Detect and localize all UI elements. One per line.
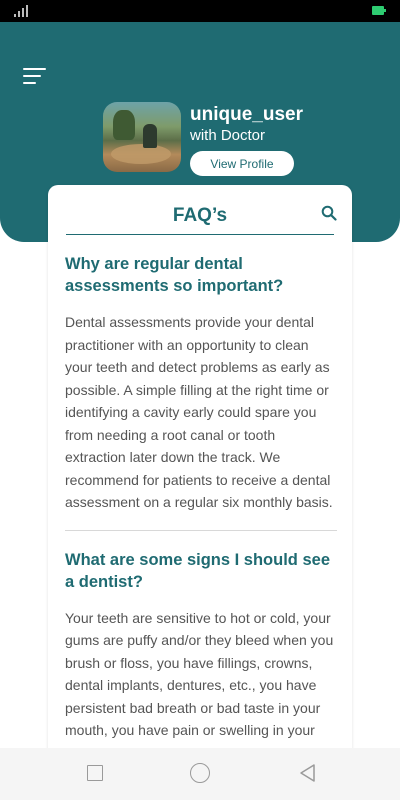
faq-divider	[65, 529, 337, 531]
avatar	[103, 102, 181, 172]
triangle-back-icon[interactable]	[298, 763, 318, 783]
square-icon[interactable]	[87, 765, 103, 781]
faq-item[interactable]: What are some signs I should see a denti…	[65, 549, 337, 761]
faq-answer: Dental assessments provide your dental p…	[65, 314, 333, 510]
status-bar	[0, 0, 400, 22]
username: unique_user	[190, 104, 303, 125]
title-divider	[66, 234, 334, 235]
faq-question: Why are regular dental assessments so im…	[65, 255, 284, 295]
page-title: FAQ’s	[172, 205, 228, 226]
faq-list: Why are regular dental assessments so im…	[65, 253, 337, 760]
signal-icon	[14, 5, 40, 17]
circle-icon[interactable]	[190, 763, 210, 783]
system-nav-bar	[0, 748, 400, 800]
battery-icon	[372, 6, 386, 15]
view-profile-button[interactable]: View Profile	[190, 151, 294, 176]
search-icon[interactable]	[321, 205, 337, 221]
faq-item[interactable]: Why are regular dental assessments so im…	[65, 253, 337, 514]
profile-subtitle: with Doctor	[190, 127, 266, 144]
faq-card: FAQ’s Why are regular dental assessments…	[48, 185, 352, 760]
hamburger-menu-icon[interactable]	[23, 68, 47, 86]
faq-question: What are some signs I should see a denti…	[65, 550, 330, 591]
faq-answer: Your teeth are sensitive to hot or cold,…	[65, 609, 334, 761]
